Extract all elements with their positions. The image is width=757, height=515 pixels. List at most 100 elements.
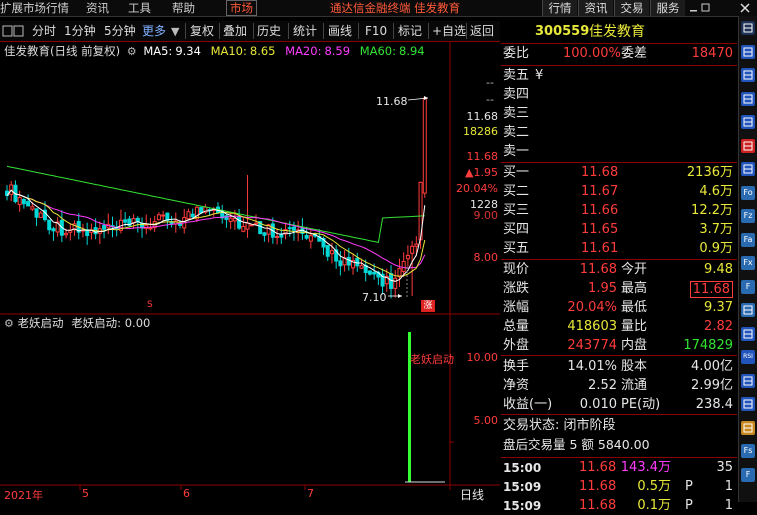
btn-draw[interactable]: 画线 (328, 22, 352, 40)
window-toggle-icon[interactable] (2, 25, 24, 37)
candle-body (241, 225, 246, 232)
xaxis-year: 2021年 (4, 489, 43, 502)
tab-more[interactable]: 更多 (142, 22, 166, 40)
kline-chart[interactable] (0, 42, 500, 502)
report-icon[interactable] (741, 44, 755, 59)
top-btn-news[interactable]: 资讯 (578, 0, 613, 16)
axis-pct: 20.04% (456, 182, 498, 195)
menu-item-tools[interactable]: 工具 (128, 0, 151, 16)
xaxis-jun: 6 (183, 487, 190, 500)
btn-overlay[interactable]: 叠加 (223, 22, 247, 40)
high-annotation: 11.68 (376, 95, 408, 108)
quote-panel: 300559 佳发教育 委比 100.00% 委差 18470 卖五 ¥ 卖四 卖三卖… (501, 21, 737, 513)
menu-item-help[interactable]: 帮助 (172, 0, 195, 16)
btn-adjust[interactable]: 复权 (190, 22, 214, 40)
candle-body (338, 260, 343, 267)
btn-stats[interactable]: 统计 (293, 22, 317, 40)
candle-body (228, 217, 233, 223)
sell-level-1: 卖一 (503, 144, 530, 159)
weicha-value: 18470 (691, 46, 733, 61)
target-icon[interactable] (741, 397, 755, 411)
candle-body (359, 265, 364, 269)
buy-level-3: 买三 11.66 12.2万 (503, 203, 733, 218)
candle-body (325, 245, 330, 257)
bar-icon[interactable] (741, 326, 755, 341)
candle-body (308, 235, 313, 242)
candle-body (232, 217, 237, 222)
indicator-value: 老妖启动: 0.00 (71, 316, 151, 330)
candle-body (253, 222, 258, 225)
bar-chart-icon[interactable] (741, 138, 755, 153)
close-icon[interactable] (738, 2, 754, 14)
tab-1min[interactable]: 1分钟 (64, 22, 96, 40)
more-dropdown-icon[interactable]: ▼ (171, 25, 179, 38)
candle-body (275, 236, 280, 239)
buy-level-4: 买四 11.65 3.7万 (503, 222, 733, 237)
candle-body (291, 226, 296, 231)
indicator-gear-icon[interactable]: ⚙ (4, 317, 14, 330)
btn-f10[interactable]: F10 (365, 22, 387, 40)
stat2-row-2: 收益(一) 0.010 PE(动) 238.4 (503, 397, 733, 412)
stat-row-3: 总量 418603 量比 2.82 (503, 319, 733, 334)
brush-icon[interactable] (741, 420, 755, 435)
notice-text: 通达信金融终端 佳发教育 (330, 1, 461, 15)
f10-icon[interactable]: Fo (741, 185, 755, 200)
fx-icon[interactable]: Fx (741, 256, 755, 270)
rsi-icon[interactable]: RSI (741, 350, 755, 364)
grid-icon[interactable] (741, 115, 755, 129)
minimize-icon[interactable] (690, 10, 697, 12)
btn-back[interactable]: 返回 (470, 22, 494, 40)
ma5-legend: MA5: 9.34 (143, 44, 201, 58)
candle-body (102, 225, 107, 230)
menu-item-news[interactable]: 资讯 (86, 0, 109, 16)
settings-gear-icon[interactable]: ⚙ (127, 45, 137, 58)
stat2-row-0: 换手 14.01% 股本 4.00亿 (503, 359, 733, 374)
btn-history[interactable]: 历史 (257, 22, 281, 40)
menu-bar: 扩展市场行情 资讯 工具 帮助 市场 通达信金融终端 佳发教育 行情 资讯 交易… (0, 0, 757, 17)
tab-intraday[interactable]: 分时 (32, 22, 56, 40)
chart-icon[interactable] (741, 91, 755, 106)
gear-icon[interactable] (741, 303, 755, 317)
tick-row: 15:09 11.68 0.1万 P 1 (503, 498, 733, 513)
f-box-icon[interactable]: F (741, 467, 755, 482)
candle-body (17, 196, 22, 206)
vol-icon[interactable] (741, 373, 755, 388)
axis-dash-1: -- (486, 76, 494, 89)
table-icon[interactable] (741, 68, 755, 82)
btn-add-watchlist[interactable]: +自选 (432, 22, 466, 40)
candle-body (372, 271, 377, 275)
candle-body (156, 214, 161, 221)
top-btn-service[interactable]: 服务 (650, 0, 685, 16)
btn-mark[interactable]: 标记 (398, 22, 422, 40)
candle-body (64, 232, 69, 236)
candle-body (237, 215, 242, 229)
candle-body (287, 227, 292, 230)
candle-body (279, 233, 284, 238)
period-label[interactable]: 日线 (460, 486, 484, 503)
candle-body (199, 207, 204, 214)
candle-body (346, 257, 351, 266)
candle-body (161, 214, 166, 217)
weibi-row: 委比 100.00% 委差 18470 (503, 46, 733, 61)
trade-status: 交易状态: 闭市阶段 (503, 418, 616, 433)
tab-5min[interactable]: 5分钟 (104, 22, 136, 40)
candle-body (249, 224, 254, 227)
menu-item-extended-market[interactable]: 扩展市场行情 (0, 0, 69, 16)
candle-body (262, 232, 267, 236)
candle-icon[interactable] (741, 162, 755, 176)
axis-price-2: 11.68 (466, 150, 499, 163)
limit-up-badge: 涨 (421, 300, 435, 312)
top-btn-quote[interactable]: 行情 (542, 0, 577, 16)
indicator-tick-5: 5.00 (473, 414, 499, 427)
axis-tick-9: 9.00 (473, 209, 499, 222)
f-icon[interactable]: F (741, 279, 755, 294)
maximize-icon[interactable] (701, 3, 710, 12)
fz-icon[interactable]: Fz (741, 209, 755, 223)
fs-icon[interactable]: Fs (741, 444, 755, 458)
fa-icon[interactable]: Fa (741, 232, 755, 247)
axis-volume: 18286 (463, 125, 498, 138)
top-btn-trade[interactable]: 交易 (614, 0, 649, 16)
buy-level-1: 买一 11.68 2136万 (503, 165, 733, 180)
drag-handle-icon[interactable] (741, 21, 755, 35)
market-button[interactable]: 市场 (226, 0, 257, 16)
